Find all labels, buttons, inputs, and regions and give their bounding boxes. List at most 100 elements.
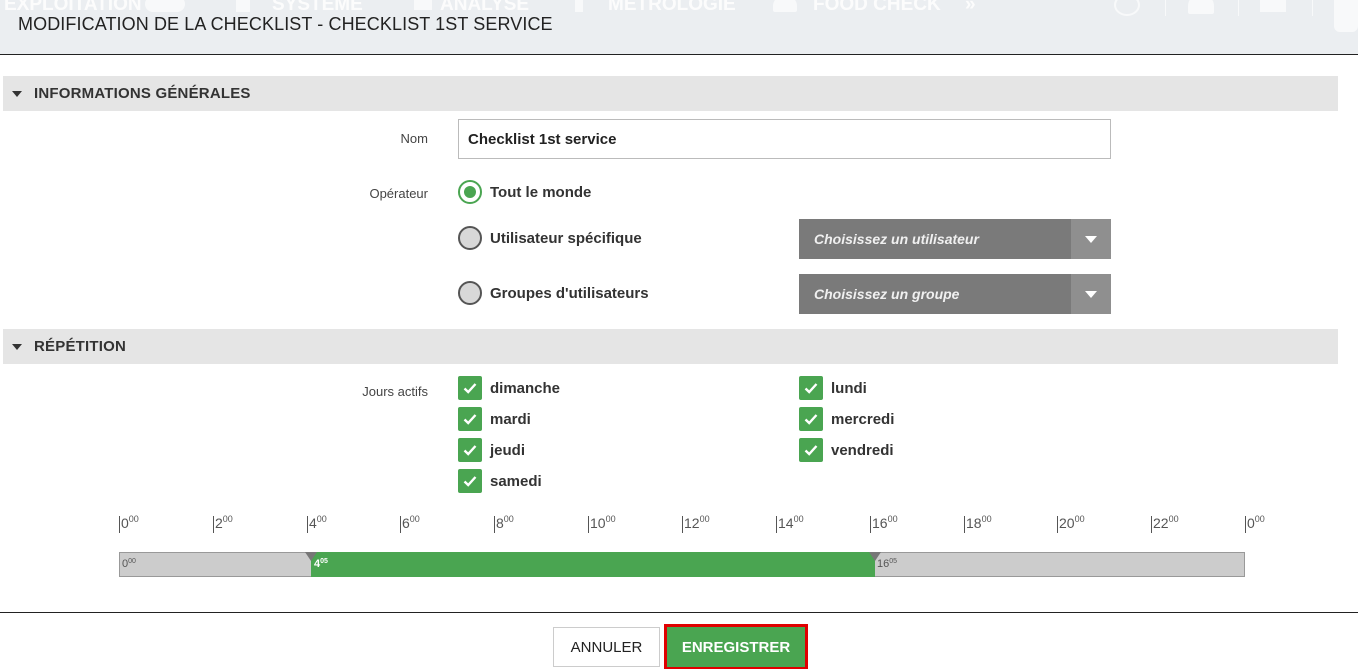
section-title: RÉPÉTITION <box>34 338 127 355</box>
radio-button[interactable] <box>458 180 482 204</box>
checkbox-label: dimanche <box>490 379 561 397</box>
checkmark-icon <box>804 445 818 456</box>
checkmark-icon <box>463 476 477 487</box>
section-general-info[interactable]: INFORMATIONS GÉNÉRALES <box>3 76 1338 111</box>
day-checkbox-vendredi[interactable]: vendredi <box>799 438 894 462</box>
tick-label: 1400 <box>778 514 804 531</box>
checkbox-label: samedi <box>490 472 542 490</box>
group-select[interactable]: Choisissez un groupe <box>799 274 1111 314</box>
user-select-placeholder: Choisissez un utilisateur <box>814 231 979 247</box>
tick-label: 2200 <box>1153 514 1179 531</box>
radio-button[interactable] <box>458 281 482 305</box>
checkbox-label: mercredi <box>831 410 895 428</box>
checkbox[interactable] <box>799 407 823 431</box>
tick-mark <box>400 516 401 533</box>
radio-button[interactable] <box>458 226 482 250</box>
tick-label: 600 <box>402 514 420 531</box>
thermometer-icon <box>575 0 583 12</box>
tick-mark <box>494 516 495 533</box>
name-label: Nom <box>400 131 428 146</box>
radio-label: Utilisateur spécifique <box>490 229 642 247</box>
tick-label: 400 <box>309 514 327 531</box>
caret-down-icon <box>12 90 22 97</box>
day-checkbox-samedi[interactable]: samedi <box>458 469 542 493</box>
checkmark-icon <box>463 383 477 394</box>
day-checkbox-mardi[interactable]: mardi <box>458 407 531 431</box>
tick-mark <box>964 516 965 533</box>
tick-mark <box>119 516 120 533</box>
checkbox[interactable] <box>458 438 482 462</box>
checkbox[interactable] <box>799 438 823 462</box>
nav-item-metrologie: MÉTROLOGIE <box>608 0 736 15</box>
save-button[interactable]: ENREGISTRER <box>667 627 805 667</box>
tick-label: 2000 <box>1059 514 1085 531</box>
tick-mark <box>1151 516 1152 533</box>
checkmark-icon <box>463 414 477 425</box>
checkmark-icon <box>804 383 818 394</box>
caret-down-icon <box>1085 235 1097 243</box>
tick-label: 1000 <box>590 514 616 531</box>
app-logo-icon <box>1334 0 1358 32</box>
active-days-label: Jours actifs <box>362 384 428 399</box>
nav-divider <box>1165 0 1166 16</box>
cancel-button[interactable]: ANNULER <box>553 627 660 667</box>
tick-label: 1800 <box>966 514 992 531</box>
caret-down-icon <box>1085 290 1097 298</box>
nav-divider <box>1312 0 1313 16</box>
time-range-selected[interactable] <box>311 552 875 577</box>
checkmark-icon <box>804 414 818 425</box>
checkbox-label: vendredi <box>831 441 894 459</box>
range-start-label: 405 <box>314 558 328 570</box>
dropdown-toggle[interactable] <box>1071 274 1111 314</box>
user-icon <box>1188 0 1214 14</box>
operator-option-specific-user[interactable]: Utilisateur spécifique <box>458 226 642 250</box>
caret-down-icon <box>12 343 22 350</box>
track-start-label: 000 <box>122 558 136 570</box>
chef-hat-icon <box>773 0 797 12</box>
tick-mark <box>213 516 214 533</box>
day-checkbox-mercredi[interactable]: mercredi <box>799 407 894 431</box>
tick-mark <box>682 516 683 533</box>
nav-divider <box>1238 0 1239 16</box>
checkmark-icon <box>463 445 477 456</box>
tick-label: 800 <box>496 514 514 531</box>
day-checkbox-jeudi[interactable]: jeudi <box>458 438 525 462</box>
operator-option-everyone[interactable]: Tout le monde <box>458 180 591 204</box>
checkbox[interactable] <box>458 376 482 400</box>
tick-mark <box>588 516 589 533</box>
operator-option-user-groups[interactable]: Groupes d'utilisateurs <box>458 281 649 305</box>
checkbox[interactable] <box>458 469 482 493</box>
tick-label: 000 <box>1247 514 1265 531</box>
tick-label: 1600 <box>872 514 898 531</box>
tick-label: 000 <box>121 514 139 531</box>
section-title: INFORMATIONS GÉNÉRALES <box>34 85 251 102</box>
modal-header: EXPLOITATION SYSTÈME ANALYSE MÉTROLOGIE … <box>0 0 1358 55</box>
day-checkbox-dimanche[interactable]: dimanche <box>458 376 560 400</box>
tick-mark <box>1057 516 1058 533</box>
radio-label: Tout le monde <box>490 183 592 201</box>
tick-mark <box>870 516 871 533</box>
checkbox-label: jeudi <box>490 441 526 459</box>
checkbox[interactable] <box>458 407 482 431</box>
dropdown-toggle[interactable] <box>1071 219 1111 259</box>
operator-label: Opérateur <box>369 186 428 201</box>
nav-more: » <box>965 0 976 15</box>
radio-label: Groupes d'utilisateurs <box>490 284 649 302</box>
footer-divider <box>0 612 1358 613</box>
checkbox[interactable] <box>799 376 823 400</box>
checkbox-label: lundi <box>831 379 867 397</box>
modal-title: MODIFICATION DE LA CHECKLIST - CHECKLIST… <box>18 14 553 34</box>
section-repetition[interactable]: RÉPÉTITION <box>3 329 1338 364</box>
user-select[interactable]: Choisissez un utilisateur <box>799 219 1111 259</box>
clock-icon <box>1114 0 1140 16</box>
tick-label: 1200 <box>684 514 710 531</box>
chart-icon <box>414 0 432 10</box>
day-checkbox-lundi[interactable]: lundi <box>799 376 867 400</box>
range-end-label: 1605 <box>877 558 898 570</box>
tick-mark <box>776 516 777 533</box>
name-input[interactable] <box>458 119 1111 159</box>
nav-item-food-check: FOOD CHECK <box>813 0 941 15</box>
group-select-placeholder: Choisissez un groupe <box>814 286 960 302</box>
tick-mark <box>307 516 308 533</box>
tick-label: 200 <box>215 514 233 531</box>
